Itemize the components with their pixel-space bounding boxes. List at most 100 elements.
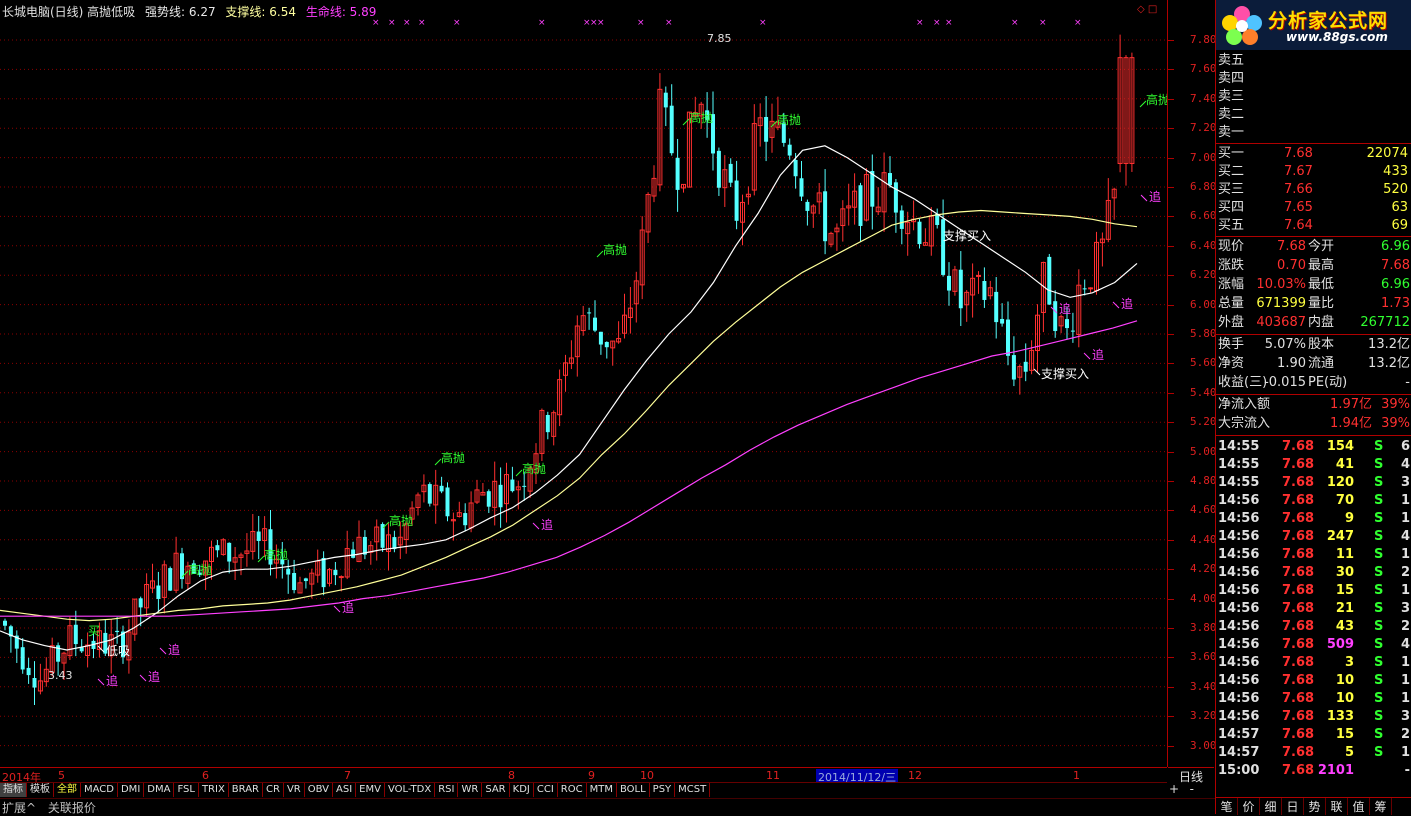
tab-rsi[interactable]: RSI bbox=[435, 783, 459, 797]
date-label: 9 bbox=[588, 769, 595, 782]
zoom-in-button[interactable]: + bbox=[1167, 782, 1181, 796]
logo-text: 分析家公式网 bbox=[1268, 10, 1389, 32]
tab-controls: + - 0 bbox=[1167, 782, 1215, 810]
panel-tab[interactable]: 联 bbox=[1326, 798, 1348, 815]
expand-button[interactable]: 扩展^ bbox=[2, 801, 36, 815]
tab-mtm[interactable]: MTM bbox=[587, 783, 617, 797]
signal-marker: × bbox=[418, 18, 426, 28]
stat-label: 现价 bbox=[1218, 239, 1245, 254]
arrow-icon bbox=[159, 647, 167, 655]
price-tick-label: 6.40 bbox=[1190, 238, 1217, 252]
panel-tab[interactable]: 势 bbox=[1304, 798, 1326, 815]
tick-time: 14:56 bbox=[1218, 565, 1260, 580]
panel-tab[interactable]: 价 bbox=[1238, 798, 1260, 815]
price-tick-mark bbox=[1168, 451, 1174, 453]
tick-side: S bbox=[1374, 655, 1384, 670]
tick-count: 3 bbox=[1400, 475, 1410, 490]
panel-tab[interactable]: 细 bbox=[1260, 798, 1282, 815]
ask-label: 卖五 bbox=[1218, 53, 1245, 68]
chase-signal-label: 追 bbox=[106, 673, 118, 688]
tick-volume: 5 bbox=[1344, 745, 1354, 760]
zoom-out-button[interactable]: - bbox=[1185, 782, 1199, 796]
diamond-icon[interactable]: ◇ bbox=[1137, 4, 1145, 15]
tab-vol-tdx[interactable]: VOL-TDX bbox=[385, 783, 436, 797]
price-axis: 7.80 7.60 7.40 7.20 7.00 6.80 6.60 6.40 6.20 6.00… bbox=[1167, 0, 1217, 767]
tab-dma[interactable]: DMA bbox=[144, 783, 175, 797]
price-tick-mark bbox=[1168, 304, 1174, 306]
tick-time: 14:56 bbox=[1218, 619, 1260, 634]
price-tick-mark bbox=[1168, 745, 1174, 747]
candle-body bbox=[510, 479, 515, 492]
candle-body bbox=[333, 569, 338, 576]
tab-fsl[interactable]: FSL bbox=[174, 783, 199, 797]
price-tick-mark bbox=[1168, 216, 1174, 218]
price-tick-label: 7.60 bbox=[1190, 62, 1217, 76]
tab-kdj[interactable]: KDJ bbox=[510, 783, 534, 797]
candle-body bbox=[115, 630, 120, 633]
candle-body bbox=[669, 105, 674, 154]
tick-row: 14:56 7.68 10 S 1 bbox=[1218, 672, 1411, 690]
tab-boll[interactable]: BOLL bbox=[617, 783, 650, 797]
tick-time: 14:56 bbox=[1218, 655, 1260, 670]
signal-marker: × bbox=[1074, 18, 1082, 28]
panel-tab[interactable]: 筹 bbox=[1370, 798, 1392, 815]
tab-sar[interactable]: SAR bbox=[482, 783, 510, 797]
price-tick-label: 5.80 bbox=[1190, 327, 1217, 340]
tab-模板[interactable]: 模板 bbox=[27, 783, 54, 797]
tab-mcst[interactable]: MCST bbox=[675, 783, 711, 797]
panel-tab[interactable]: 笔 bbox=[1216, 798, 1238, 815]
tab-obv[interactable]: OBV bbox=[305, 783, 333, 797]
tick-price: 7.68 bbox=[1282, 475, 1315, 490]
candle-body bbox=[941, 219, 946, 275]
tab-brar[interactable]: BRAR bbox=[229, 783, 263, 797]
ask-row: 卖五 bbox=[1218, 52, 1411, 70]
chart-title: 长城电脑(日线) 高抛低吸 bbox=[2, 5, 136, 19]
tab-指标[interactable]: 指标 bbox=[0, 783, 27, 797]
tick-price: 7.68 bbox=[1282, 583, 1315, 598]
bid-row: 买二 7.67 433 bbox=[1218, 163, 1411, 181]
price-tick-label: 3.00 bbox=[1190, 738, 1217, 752]
price-tick-mark bbox=[1168, 40, 1174, 41]
divider bbox=[1216, 435, 1411, 436]
tab-trix[interactable]: TRIX bbox=[199, 783, 229, 797]
candle-body bbox=[675, 157, 680, 190]
stat-value: 6.96 bbox=[1381, 277, 1410, 292]
tab-全部[interactable]: 全部 bbox=[54, 783, 81, 797]
tick-time: 14:56 bbox=[1218, 583, 1260, 598]
chart-corner-icons[interactable]: ◇ □ bbox=[1137, 4, 1157, 15]
related-quotes-button[interactable]: 关联报价 bbox=[48, 801, 96, 815]
tab-cr[interactable]: CR bbox=[263, 783, 284, 797]
sell-signal-label: 高抛 bbox=[522, 461, 546, 476]
candle-body bbox=[1011, 355, 1016, 380]
tick-side: S bbox=[1374, 583, 1384, 598]
tab-emv[interactable]: EMV bbox=[356, 783, 385, 797]
tick-time: 14:56 bbox=[1218, 691, 1260, 706]
candle-body bbox=[256, 531, 261, 541]
period-label[interactable]: 日线 bbox=[1168, 767, 1214, 784]
info-label: 净资 bbox=[1218, 356, 1245, 371]
tab-wr[interactable]: WR bbox=[458, 783, 483, 797]
tick-row: 14:56 7.68 11 S 1 bbox=[1218, 546, 1411, 564]
panel-tab[interactable]: 值 bbox=[1348, 798, 1370, 815]
ask-label: 卖一 bbox=[1218, 125, 1245, 140]
tick-row: 15:00 7.68 2101 - bbox=[1218, 762, 1411, 780]
candle-body bbox=[498, 484, 503, 508]
candle-body bbox=[764, 116, 769, 142]
tab-roc[interactable]: ROC bbox=[558, 783, 587, 797]
tab-psy[interactable]: PSY bbox=[650, 783, 676, 797]
tab-asi[interactable]: ASI bbox=[333, 783, 357, 797]
tick-count: 1 bbox=[1400, 745, 1410, 760]
price-tick-mark bbox=[1168, 686, 1174, 688]
tab-dmi[interactable]: DMI bbox=[118, 783, 145, 797]
tick-price: 7.68 bbox=[1282, 673, 1315, 688]
date-label: 6 bbox=[202, 769, 209, 782]
panel-tab[interactable]: 日 bbox=[1282, 798, 1304, 815]
box-icon[interactable]: □ bbox=[1148, 4, 1157, 15]
tick-row: 14:57 7.68 15 S 2 bbox=[1218, 726, 1411, 744]
tab-macd[interactable]: MACD bbox=[81, 783, 118, 797]
tab-cci[interactable]: CCI bbox=[534, 783, 558, 797]
tick-time: 14:56 bbox=[1218, 709, 1260, 724]
price-chart[interactable]: × × × × × × × × × × × × × × × × × ×高抛高抛高抛高抛高抛高抛高抛 高抛高抛追 追追追… bbox=[0, 0, 1167, 767]
tab-vr[interactable]: VR bbox=[284, 783, 305, 797]
candle-body bbox=[73, 624, 78, 645]
